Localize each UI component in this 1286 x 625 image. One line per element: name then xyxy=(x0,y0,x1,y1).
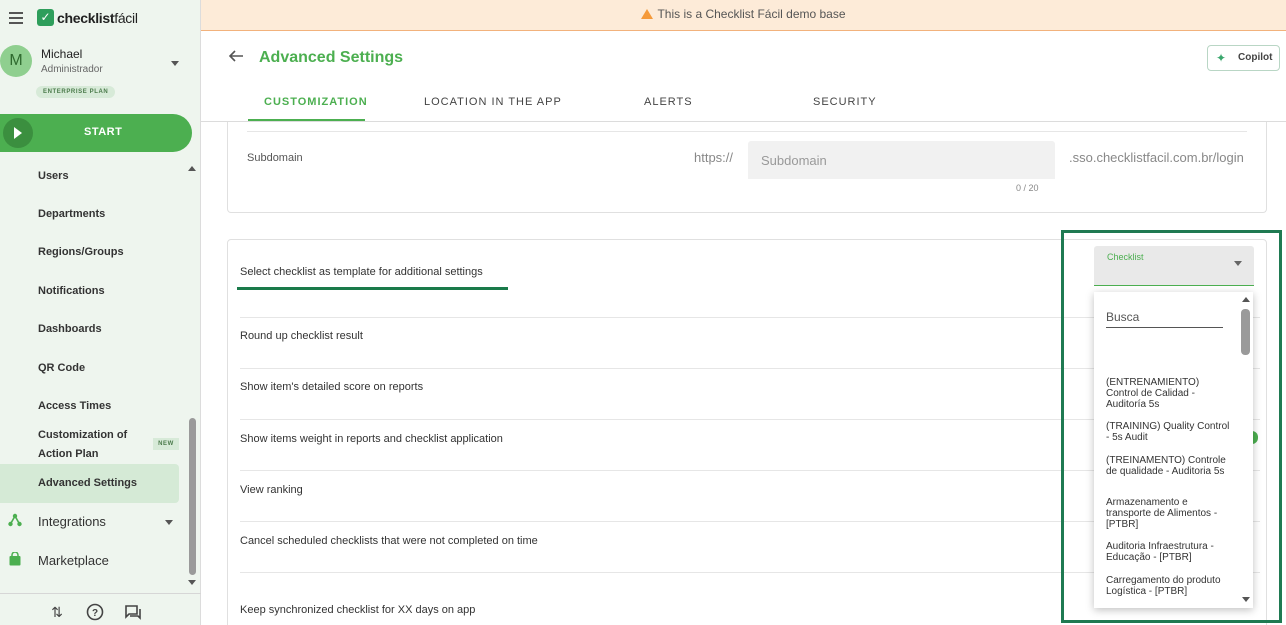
dropdown-scroll-up-icon[interactable] xyxy=(1242,297,1250,302)
sidebar: ✓ checklistfácil M Michael Administrador… xyxy=(0,0,201,625)
hamburger-menu-icon[interactable] xyxy=(9,12,23,24)
checklist-option[interactable]: Auditoria Infraestrutura - Educação - [P… xyxy=(1106,541,1230,563)
page-title: Advanced Settings xyxy=(259,49,404,66)
integrations-chevron-down-icon[interactable] xyxy=(165,520,173,525)
sidebar-item-customization-of-action-plan[interactable]: Customization of xyxy=(38,429,127,441)
tab-location-in-the-app[interactable]: LOCATION IN THE APP xyxy=(424,96,562,108)
sidebar-item-qr-code[interactable]: QR Code xyxy=(38,362,85,374)
divider xyxy=(247,131,1247,132)
back-arrow-icon[interactable] xyxy=(228,48,244,64)
setting-label-round-up: Round up checklist result xyxy=(240,330,363,342)
warning-icon xyxy=(641,9,654,19)
user-name: Michael xyxy=(41,47,83,61)
tab-security[interactable]: SECURITY xyxy=(813,96,877,108)
copilot-button[interactable]: ✦ Copilot xyxy=(1207,45,1280,71)
demo-banner: This is a Checklist Fácil demo base xyxy=(201,0,1286,31)
dropdown-scroll-down-icon[interactable] xyxy=(1242,597,1250,602)
setting-label-keep-synchronized: Keep synchronized checklist for XX days … xyxy=(240,604,476,616)
checklist-option[interactable]: (ENTRENAMIENTO) Control de Calidad - Aud… xyxy=(1106,377,1230,410)
avatar[interactable]: M xyxy=(0,45,32,77)
user-menu-chevron-down-icon[interactable] xyxy=(171,61,179,66)
svg-text:?: ? xyxy=(92,608,98,619)
integrations-icon xyxy=(8,513,22,527)
shopping-bag-icon xyxy=(9,552,21,566)
subdomain-char-counter: 0 / 20 xyxy=(1016,183,1039,193)
checklist-option[interactable]: Armazenamento e transporte de Alimentos … xyxy=(1106,497,1230,530)
checklist-select-label: Checklist xyxy=(1107,252,1144,262)
sparkle-icon: ✦ xyxy=(1216,51,1227,65)
scroll-down-arrow-icon[interactable] xyxy=(188,580,196,585)
select-chevron-down-icon[interactable] xyxy=(1234,261,1242,266)
checklist-option[interactable]: Carregamento do produto Logística - [PTB… xyxy=(1106,575,1230,607)
sidebar-scrollbar-thumb[interactable] xyxy=(189,418,196,575)
play-icon xyxy=(3,118,33,148)
sidebar-item-regions-groups[interactable]: Regions/Groups xyxy=(38,246,124,258)
setting-label-items-weight: Show items weight in reports and checkli… xyxy=(240,433,503,445)
checklist-option[interactable]: (TREINAMENTO) Controle de qualidade - Au… xyxy=(1106,455,1230,477)
checklist-option[interactable]: (TRAINING) Quality Control - 5s Audit xyxy=(1106,421,1230,443)
sidebar-item-notifications[interactable]: Notifications xyxy=(38,285,105,297)
sidebar-item-advanced-settings[interactable]: Advanced Settings xyxy=(38,477,137,489)
user-role: Administrador xyxy=(41,64,103,75)
subdomain-input[interactable] xyxy=(748,141,1055,179)
sort-arrows-icon[interactable]: ⇅ xyxy=(48,603,66,621)
sidebar-item-users[interactable]: Users xyxy=(38,170,69,182)
dropdown-scrollbar-thumb[interactable] xyxy=(1241,309,1250,355)
setting-label-cancel-scheduled: Cancel scheduled checklists that were no… xyxy=(240,535,538,547)
sidebar-item-customization-of-action-plan-line2[interactable]: Action Plan xyxy=(38,448,99,460)
setting-label-view-ranking: View ranking xyxy=(240,484,303,496)
scroll-up-arrow-icon[interactable] xyxy=(188,166,196,171)
new-badge: NEW xyxy=(153,438,179,450)
sidebar-item-departments[interactable]: Departments xyxy=(38,208,105,220)
brand-name: checklistfácil xyxy=(57,9,138,26)
plan-badge: ENTERPRISE PLAN xyxy=(36,86,116,98)
help-icon[interactable]: ? xyxy=(86,603,104,621)
checkmark-logo-icon: ✓ xyxy=(37,9,54,26)
chat-icon[interactable] xyxy=(124,603,142,621)
sidebar-item-dashboards[interactable]: Dashboards xyxy=(38,323,102,335)
subdomain-suffix: .sso.checklistfacil.com.br/login xyxy=(1069,150,1244,165)
sidebar-item-access-times[interactable]: Access Times xyxy=(38,400,111,412)
sidebar-item-marketplace[interactable]: Marketplace xyxy=(38,553,109,568)
sidebar-item-integrations[interactable]: Integrations xyxy=(38,514,106,529)
subdomain-label: Subdomain xyxy=(247,152,303,164)
tab-customization[interactable]: CUSTOMIZATION xyxy=(264,96,368,108)
subdomain-card xyxy=(227,122,1267,213)
template-underline-highlight xyxy=(237,287,508,290)
subdomain-prefix: https:// xyxy=(694,150,734,165)
tab-alerts[interactable]: ALERTS xyxy=(644,96,693,108)
start-button[interactable]: START xyxy=(0,114,192,152)
setting-label-detailed-score: Show item's detailed score on reports xyxy=(240,381,424,393)
app-logo[interactable]: ✓ checklistfácil xyxy=(37,9,138,26)
setting-label-template-checklist: Select checklist as template for additio… xyxy=(240,266,483,278)
checklist-search-input[interactable] xyxy=(1106,307,1223,328)
